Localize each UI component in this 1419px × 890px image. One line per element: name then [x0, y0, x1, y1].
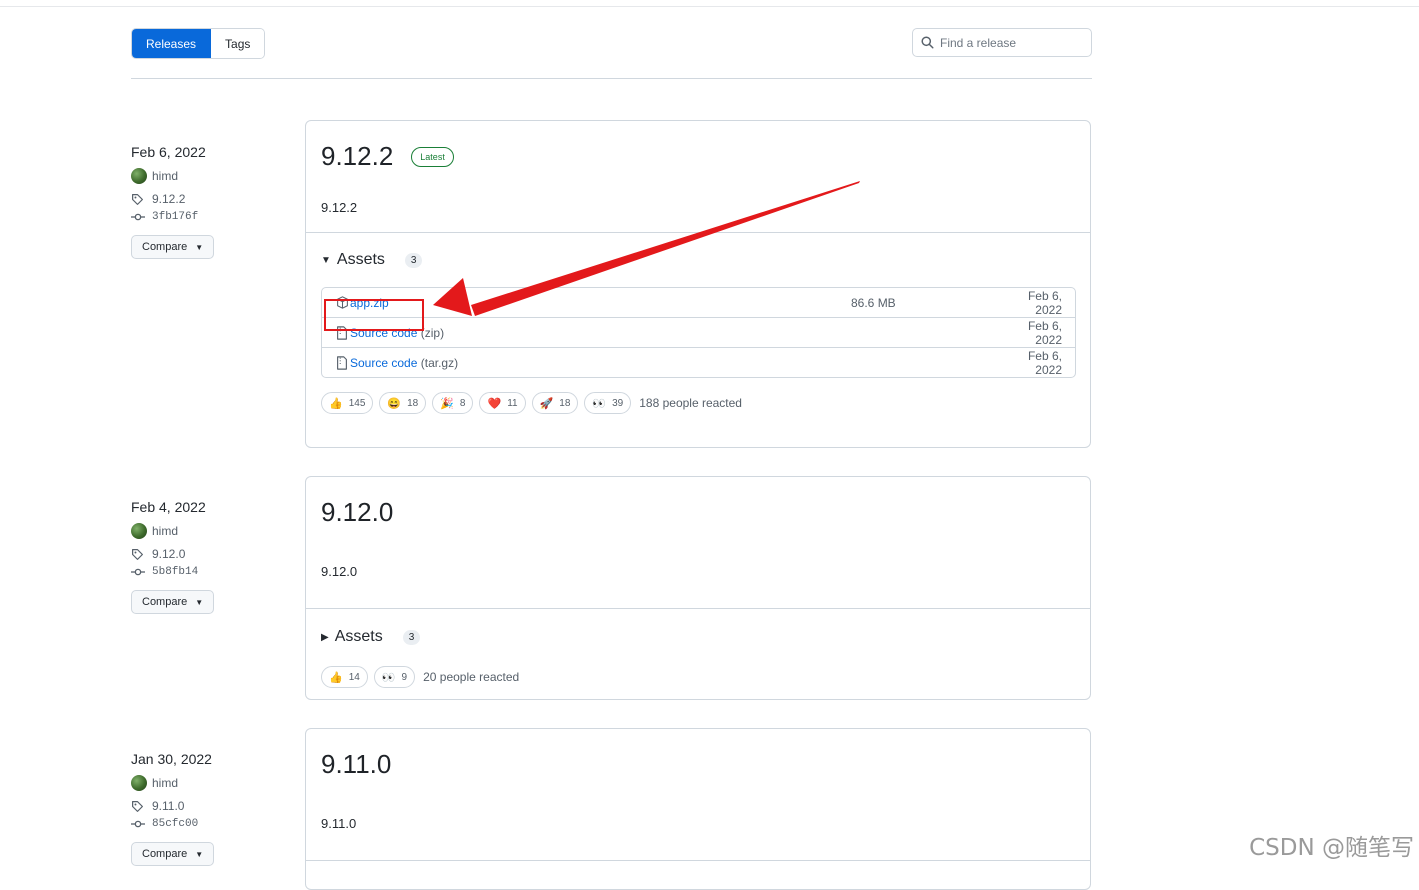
- watermark: CSDN @随笔写: [1249, 835, 1414, 861]
- annotation-arrow: [433, 181, 860, 316]
